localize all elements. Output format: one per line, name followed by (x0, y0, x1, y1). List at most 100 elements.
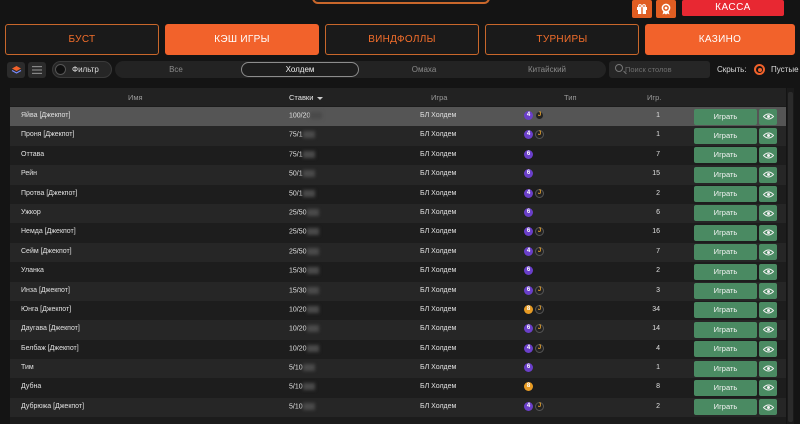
play-button[interactable]: Играть (694, 341, 757, 358)
filter-toggle[interactable]: Фильтр (52, 61, 112, 78)
scrollbar[interactable] (787, 88, 794, 424)
watch-button[interactable] (759, 263, 777, 280)
jackpot-badge: J (535, 401, 544, 411)
player-count: 3 (656, 286, 660, 294)
seats-badge: 6 (524, 324, 533, 334)
play-button[interactable]: Играть (694, 302, 757, 319)
tab-boost[interactable]: БУСТ (5, 24, 159, 55)
tab-holdem[interactable]: Холдем (241, 62, 359, 77)
watch-button[interactable] (759, 224, 777, 241)
table-row[interactable]: Ужкор 25/50 БЛ Холдем 6 6 Играть (10, 203, 786, 224)
play-button[interactable]: Играть (694, 263, 757, 280)
col-type[interactable]: Тип (564, 93, 577, 102)
layers-view-button[interactable] (7, 62, 25, 78)
table-stakes: 10/20 (289, 344, 319, 352)
table-row[interactable]: Яйва [Джекпот] 100/20 БЛ Холдем 4 J 1 Играть (10, 107, 786, 127)
tab-tournaments[interactable]: ТУРНИРЫ (485, 24, 639, 55)
tab-omaha[interactable]: Омаха (365, 62, 483, 77)
player-count: 34 (652, 305, 660, 313)
watch-button[interactable] (759, 166, 777, 183)
table-row[interactable]: Протва [Джекпот] 50/1 БЛ Холдем 4 J 2 Играть (10, 184, 786, 204)
play-button[interactable]: Играть (694, 166, 757, 183)
table-row[interactable]: Дубрюжа [Джекпот] 5/10 БЛ Холдем 4 J 2 Играть (10, 397, 786, 418)
stakes-value: 50/1 (289, 170, 303, 178)
eye-icon (762, 171, 774, 178)
blurred-stake-digits (302, 402, 315, 410)
play-button[interactable]: Играть (694, 244, 757, 261)
play-button[interactable]: Играть (694, 399, 757, 416)
table-row[interactable]: Немда [Джекпот] 25/50 БЛ Холдем 6 J 16 Играть (10, 223, 786, 243)
watch-button[interactable] (759, 302, 777, 319)
table-stakes: 15/30 (289, 267, 319, 274)
col-game[interactable]: Игра (431, 93, 447, 102)
table-name: Протва [Джекпот] (21, 189, 78, 197)
table-stakes: 10/20 (289, 325, 319, 333)
watch-button[interactable] (759, 321, 777, 338)
table-row[interactable]: Проня [Джекпот] 75/1 БЛ Холдем 4 J 1 Играть (10, 126, 786, 146)
play-button[interactable]: Играть (694, 186, 757, 203)
play-button[interactable]: Играть (694, 127, 757, 144)
watch-button[interactable] (759, 360, 777, 377)
eye-icon (762, 326, 774, 333)
table-row[interactable]: Юнга [Джекпот] 10/20 БЛ Холдем 8 J 34 Играть (10, 300, 786, 321)
tab-chinese[interactable]: Китайский (488, 62, 606, 77)
table-row[interactable]: Инза [Джекпот] 15/30 БЛ Холдем 6 J 3 Играть (10, 281, 786, 301)
watch-button[interactable] (759, 283, 777, 300)
tab-windfalls[interactable]: ВИНДФОЛЛЫ (325, 24, 479, 55)
watch-button[interactable] (759, 341, 777, 358)
seats-badge: 4 (524, 188, 533, 198)
watch-button[interactable] (759, 186, 777, 203)
play-button[interactable]: Играть (694, 108, 757, 125)
table-row[interactable]: Тим 5/10 БЛ Холдем 6 1 Играть (10, 359, 786, 379)
table-row[interactable]: Дубна 5/10 БЛ Холдем 8 8 Играть (10, 378, 786, 398)
table-row[interactable]: Сейм [Джекпот] 25/50 БЛ Холдем 4 J 7 Играть (10, 242, 786, 263)
watch-button[interactable] (759, 205, 777, 222)
col-stakes[interactable]: Ставки (289, 93, 323, 102)
table-row[interactable]: Уланка 15/30 БЛ Холдем 6 2 Играть (10, 262, 786, 282)
play-button[interactable]: Играть (694, 283, 757, 300)
play-button[interactable]: Играть (694, 360, 757, 377)
cashier-button[interactable]: КАССА (682, 0, 784, 16)
table-type: 4J (524, 111, 546, 121)
table-name: Ужкор (21, 208, 41, 216)
tab-casino[interactable]: КАЗИНО (645, 24, 795, 55)
play-button[interactable]: Играть (694, 321, 757, 338)
watch-button[interactable] (759, 108, 777, 125)
watch-button[interactable] (759, 127, 777, 144)
table-game: БЛ Холдем (420, 267, 457, 275)
hide-empty-radio[interactable] (754, 64, 765, 75)
tab-cash-games[interactable]: КЭШ ИГРЫ (165, 24, 319, 55)
stakes-value: 25/50 (289, 248, 307, 256)
play-button[interactable]: Играть (694, 205, 757, 222)
play-button[interactable]: Играть (694, 147, 757, 164)
scrollbar-thumb[interactable] (788, 92, 793, 422)
seats-badge: 4 (524, 246, 533, 256)
table-row[interactable]: Оттава 75/1 БЛ Холдем 6 7 Играть (10, 145, 786, 166)
watch-button[interactable] (759, 379, 777, 396)
medal-icon[interactable] (656, 0, 676, 18)
table-type: 6J (524, 324, 546, 334)
table-row[interactable]: Белбаж [Джекпот] 10/20 БЛ Холдем 4 J 4 Играть (10, 339, 786, 360)
list-view-button[interactable] (28, 62, 46, 78)
player-count: 2 (656, 267, 660, 275)
search-input[interactable] (625, 63, 707, 76)
watch-button[interactable] (759, 399, 777, 416)
gift-icon[interactable] (632, 0, 652, 18)
blurred-stake-digits (302, 131, 315, 139)
table-game: БЛ Холдем (420, 112, 457, 119)
play-button[interactable]: Играть (694, 224, 757, 241)
table-row[interactable]: Даугава [Джекпот] 10/20 БЛ Холдем 6 J 14 Играт… (10, 320, 786, 340)
col-name[interactable]: Имя (128, 93, 143, 102)
watch-button[interactable] (759, 147, 777, 164)
top-center-panel (312, 0, 490, 4)
play-button[interactable]: Играть (694, 379, 757, 396)
filter-row: Фильтр Все Холдем Омаха Китайский Скрыть… (5, 61, 799, 79)
table-row[interactable]: Рейн 50/1 БЛ Холдем 6 15 Играть (10, 165, 786, 185)
table-name: Дубна (21, 383, 42, 391)
table-name: Инза [Джекпот] (21, 286, 70, 294)
watch-button[interactable] (759, 244, 777, 261)
tab-all[interactable]: Все (117, 62, 235, 77)
blurred-stake-digits (306, 305, 319, 313)
col-players[interactable]: Игр. (647, 93, 661, 102)
eye-icon (762, 132, 774, 139)
